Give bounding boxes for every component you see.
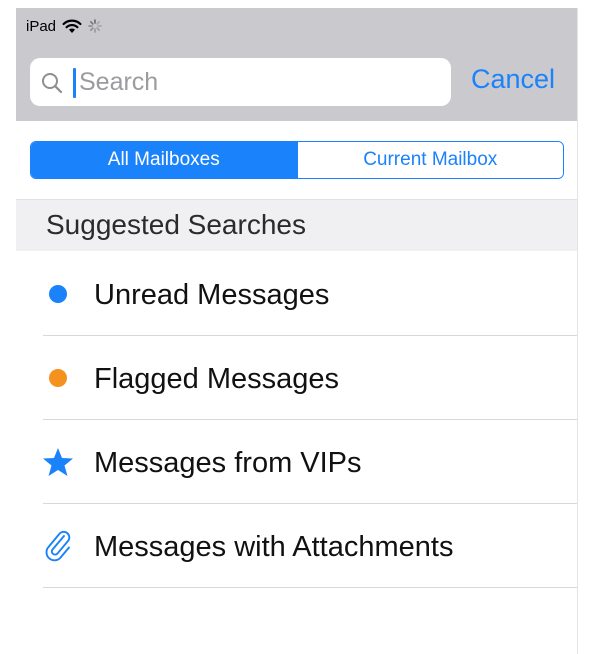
suggestion-messages-from-vips[interactable]: Messages from VIPs bbox=[16, 420, 578, 504]
search-field[interactable] bbox=[30, 58, 451, 106]
row-separator bbox=[43, 587, 578, 588]
star-icon bbox=[42, 448, 74, 476]
carrier-label: iPad bbox=[26, 17, 57, 35]
paperclip-icon bbox=[42, 530, 74, 562]
text-cursor bbox=[73, 68, 76, 98]
suggestion-unread-messages[interactable]: Unread Messages bbox=[16, 252, 578, 336]
suggestion-label: Messages from VIPs bbox=[94, 447, 362, 479]
status-bar: iPad bbox=[26, 16, 102, 36]
segment-current-mailbox[interactable]: Current Mailbox bbox=[296, 142, 563, 178]
flag-dot-icon bbox=[42, 366, 74, 390]
suggestion-label: Messages with Attachments bbox=[94, 531, 454, 563]
search-panel: iPad Search Cancel All Mailboxes Current… bbox=[16, 8, 578, 654]
suggested-searches-list: Unread Messages Flagged Messages Message… bbox=[16, 252, 578, 588]
suggestion-messages-with-attachments[interactable]: Messages with Attachments bbox=[16, 504, 578, 588]
suggested-searches-header: Suggested Searches bbox=[16, 199, 578, 251]
search-header: iPad Search Cancel bbox=[16, 8, 578, 121]
section-title: Suggested Searches bbox=[46, 209, 306, 240]
search-input[interactable] bbox=[79, 64, 439, 100]
suggestion-flagged-messages[interactable]: Flagged Messages bbox=[16, 336, 578, 420]
unread-dot-icon bbox=[42, 282, 74, 306]
suggestion-label: Flagged Messages bbox=[94, 363, 340, 395]
suggestion-label: Unread Messages bbox=[94, 279, 330, 311]
mailbox-scope-control[interactable]: All Mailboxes Current Mailbox bbox=[30, 141, 564, 179]
split-view-divider bbox=[577, 8, 578, 654]
wifi-icon bbox=[62, 19, 82, 34]
cancel-button[interactable]: Cancel bbox=[471, 64, 555, 95]
search-icon bbox=[40, 71, 64, 100]
segment-all-mailboxes[interactable]: All Mailboxes bbox=[31, 142, 297, 178]
activity-spinner-icon bbox=[88, 19, 102, 33]
